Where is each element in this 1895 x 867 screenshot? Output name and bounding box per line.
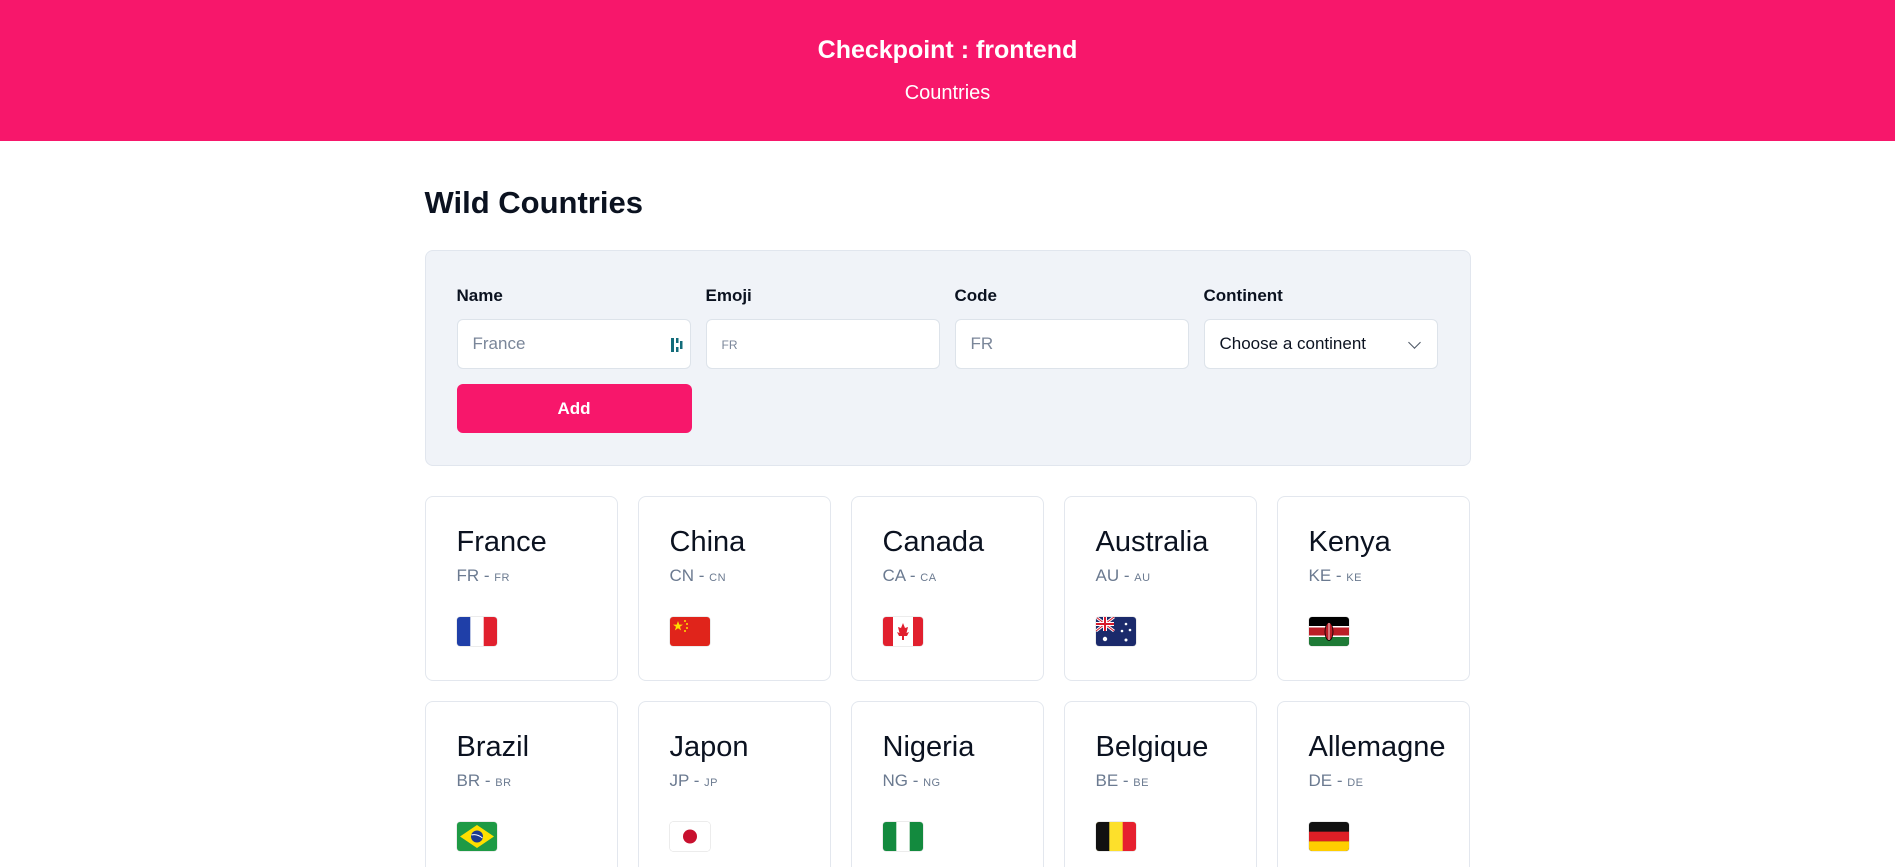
country-card-br[interactable]: Brazil BR - BR <box>424 701 618 867</box>
country-name: France <box>456 526 547 558</box>
country-code: BR <box>456 771 481 790</box>
country-codes: FR - FR <box>456 566 510 585</box>
country-name: Nigeria <box>882 731 975 763</box>
emoji-input[interactable] <box>706 320 939 368</box>
country-grid: France FR - FR China CN - CN Canada CA - CA Au… <box>424 496 1471 867</box>
country-codes: CN - CN <box>669 566 727 585</box>
continent-field: Continent Choose a continent <box>1203 285 1438 369</box>
country-codes: BE - BE <box>1095 771 1149 790</box>
country-emoji-code: BE <box>1133 777 1149 789</box>
country-name: Brazil <box>456 731 530 763</box>
country-codes: AU - AU <box>1095 566 1151 585</box>
flag-fr-icon <box>456 617 497 646</box>
country-name: Kenya <box>1308 526 1391 558</box>
flag-ke-icon <box>1308 617 1349 646</box>
country-name: Belgique <box>1095 731 1209 763</box>
country-code: CA <box>882 566 906 585</box>
country-codes: CA - CA <box>882 566 937 585</box>
country-emoji-code: CN <box>709 572 727 584</box>
country-emoji-code: KE <box>1346 572 1362 584</box>
country-codes: DE - DE <box>1308 771 1364 790</box>
country-name: Australia <box>1095 526 1209 558</box>
country-card-cn[interactable]: China CN - CN <box>637 496 831 681</box>
country-code: CN <box>669 566 695 585</box>
country-codes: KE - KE <box>1308 566 1362 585</box>
country-code: NG <box>882 771 909 790</box>
name-input[interactable] <box>457 320 690 368</box>
main-content: Wild Countries Name Emoji <box>424 141 1471 867</box>
page-title: Wild Countries <box>424 185 643 220</box>
country-name: China <box>669 526 746 558</box>
country-codes: NG - NG <box>882 771 941 790</box>
country-emoji-code: NG <box>923 777 941 789</box>
flag-be-icon <box>1095 822 1136 851</box>
flag-cn-icon <box>669 617 710 646</box>
continent-select-value: Choose a continent <box>1219 334 1367 353</box>
code-label: Code <box>954 286 998 305</box>
app-header: Checkpoint : frontend Countries <box>0 0 1895 141</box>
country-code: JP <box>669 771 690 790</box>
country-code: DE <box>1308 771 1333 790</box>
country-card-ca[interactable]: Canada CA - CA <box>850 496 1044 681</box>
country-emoji-code: JP <box>704 777 718 789</box>
flag-au-icon <box>1095 617 1136 646</box>
country-code: AU <box>1095 566 1120 585</box>
country-emoji-code: DE <box>1347 777 1364 789</box>
emoji-label: Emoji <box>705 286 752 305</box>
name-field: Name <box>456 285 691 369</box>
country-name: Japon <box>669 731 749 763</box>
flag-br-icon <box>456 822 497 851</box>
country-card-de[interactable]: Allemagne DE - DE <box>1276 701 1470 867</box>
continent-select[interactable]: Choose a continent <box>1203 319 1438 369</box>
emoji-field: Emoji <box>705 285 940 369</box>
country-emoji-code: CA <box>920 572 937 584</box>
country-card-ke[interactable]: Kenya KE - KE <box>1276 496 1470 681</box>
flag-ca-icon <box>882 617 923 646</box>
app-title: Checkpoint : frontend <box>817 36 1078 64</box>
country-emoji-code: FR <box>494 572 510 584</box>
country-card-be[interactable]: Belgique BE - BE <box>1063 701 1257 867</box>
name-label: Name <box>456 286 503 305</box>
country-card-fr[interactable]: France FR - FR <box>424 496 618 681</box>
country-card-au[interactable]: Australia AU - AU <box>1063 496 1257 681</box>
country-name: Allemagne <box>1308 731 1446 763</box>
flag-ng-icon <box>882 822 923 851</box>
code-input[interactable] <box>955 320 1188 368</box>
add-country-form: Name Emoji Code <box>424 250 1471 466</box>
country-emoji-code: BR <box>495 777 512 789</box>
flag-jp-icon <box>669 822 710 851</box>
password-manager-icon[interactable] <box>670 336 684 354</box>
country-card-ng[interactable]: Nigeria NG - NG <box>850 701 1044 867</box>
add-button[interactable]: Add <box>456 384 692 433</box>
app-subtitle: Countries <box>904 82 991 104</box>
country-card-jp[interactable]: Japon JP - JP <box>637 701 831 867</box>
continent-label: Continent <box>1203 286 1283 305</box>
country-name: Canada <box>882 526 985 558</box>
code-field: Code <box>954 285 1189 369</box>
country-codes: BR - BR <box>456 771 512 790</box>
country-code: BE <box>1095 771 1119 790</box>
country-code: KE <box>1308 566 1332 585</box>
flag-de-icon <box>1308 822 1349 851</box>
country-code: FR <box>456 566 480 585</box>
country-emoji-code: AU <box>1134 572 1151 584</box>
country-codes: JP - JP <box>669 771 718 790</box>
